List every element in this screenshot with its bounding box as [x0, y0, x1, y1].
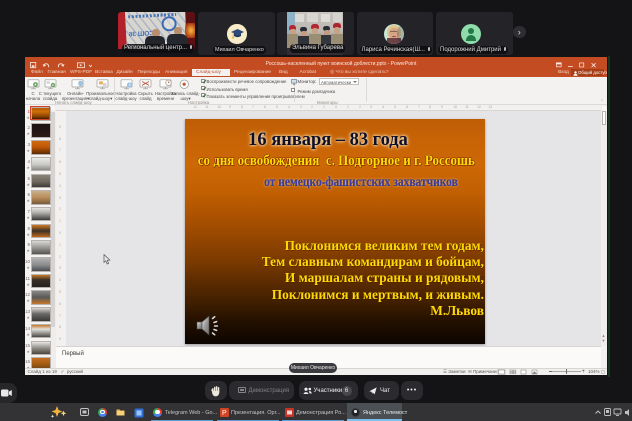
svg-text:P: P: [222, 410, 227, 417]
